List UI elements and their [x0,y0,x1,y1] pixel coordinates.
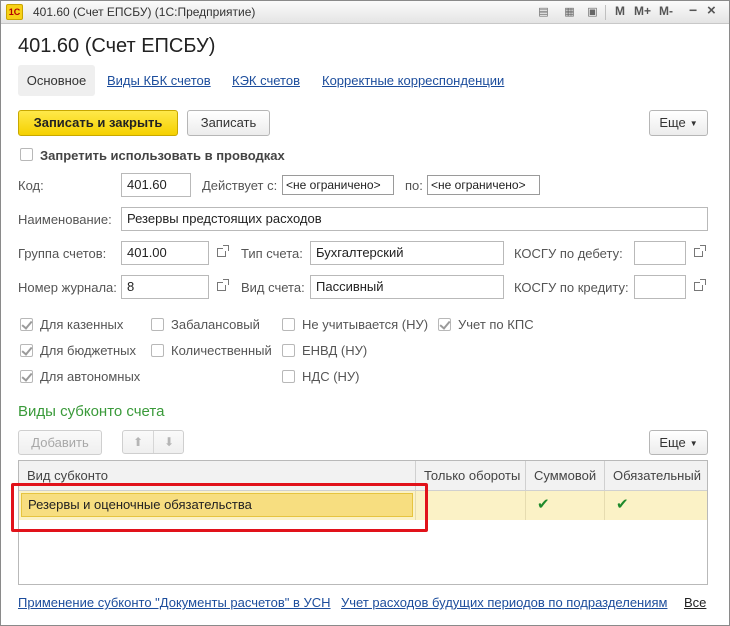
memory-plus-button[interactable]: M+ [634,4,651,18]
more-button[interactable]: Еще ▼ [649,110,708,136]
add-button[interactable]: Добавить [18,430,102,455]
ne-uchityvaetsya-label: Не учитывается (НУ) [302,317,429,332]
col-summ[interactable]: Суммовой [526,461,605,491]
kosgu-credit-open-icon[interactable] [688,275,708,299]
subkonto-section-title: Виды субконто счета [18,403,165,420]
tab-main[interactable]: Основное [18,65,95,96]
all-link[interactable]: Все [684,595,706,610]
kps-checkbox[interactable] [438,318,451,331]
tab-kek[interactable]: КЭК счетов [232,73,300,88]
future-expenses-link[interactable]: Учет расходов будущих периодов по подраз… [341,595,667,610]
cell-required[interactable]: ✔ [605,491,707,520]
minimize-button[interactable]: − [689,2,697,18]
kolichestvennyj-label: Количественный [171,343,272,358]
window-title: 401.60 (Счет ЕПСБУ) (1С:Предприятие) [33,5,256,19]
group-open-icon[interactable] [211,241,231,265]
title-bar: 1С 401.60 (Счет ЕПСБУ) (1С:Предприятие) … [1,1,729,24]
app-window: 1С 401.60 (Счет ЕПСБУ) (1С:Предприятие) … [0,0,730,626]
check-icon: ✔ [537,496,550,513]
col-required[interactable]: Обязательный [605,461,707,491]
calculator-icon[interactable]: ▦ [562,5,577,19]
calendar-icon[interactable]: ▣ [585,5,600,19]
print-icon[interactable]: ▤ [536,5,551,19]
arrow-down-icon[interactable]: ⬇ [154,431,184,453]
avtonomnyh-label: Для автономных [40,369,141,384]
journal-field[interactable]: 8 [121,275,209,299]
forbid-label: Запретить использовать в проводках [40,148,285,163]
valid-to-field[interactable]: <не ограничено> [427,175,540,195]
toolbar-separator [605,5,606,20]
cell-turnover-only[interactable] [416,491,526,520]
nds-label: НДС (НУ) [302,369,360,384]
journal-label: Номер журнала: [18,280,117,295]
kosgu-debit-field[interactable] [634,241,686,265]
group-label: Группа счетов: [18,246,107,261]
apply-subkonto-link[interactable]: Применение субконто "Документы расчетов"… [18,595,331,610]
byudzhetnyh-checkbox[interactable] [20,344,33,357]
avtonomnyh-checkbox[interactable] [20,370,33,383]
more-button-label: Еще [659,115,686,130]
save-button[interactable]: Записать [187,110,270,136]
envd-label: ЕНВД (НУ) [302,343,368,358]
kolichestvennyj-checkbox[interactable] [151,344,164,357]
kind-field[interactable]: Пассивный [310,275,504,299]
check-icon: ✔ [616,496,629,513]
col-turnover-only[interactable]: Только обороты [416,461,526,491]
kazennyh-checkbox[interactable] [20,318,33,331]
code-label: Код: [18,178,44,193]
tab-correspondences[interactable]: Корректные корреспонденции [322,73,504,88]
valid-to-label: по: [405,178,423,193]
valid-from-field[interactable]: <не ограничено> [282,175,394,195]
type-label: Тип счета: [241,246,303,261]
kps-label: Учет по КПС [458,317,534,332]
byudzhetnyh-label: Для бюджетных [40,343,137,358]
code-field[interactable]: 401.60 [121,173,191,197]
type-field[interactable]: Бухгалтерский [310,241,504,265]
app-logo-icon: 1С [6,4,23,20]
name-label: Наименование: [18,212,112,227]
nds-checkbox[interactable] [282,370,295,383]
kosgu-debit-label: КОСГУ по дебету: [514,246,623,261]
close-button[interactable]: × [707,2,716,19]
memory-minus-button[interactable]: M- [659,4,673,18]
move-buttons: ⬆ ⬇ [122,430,184,454]
kazennyh-label: Для казенных [40,317,124,332]
name-field[interactable]: Резервы предстоящих расходов [121,207,708,231]
chevron-down-icon: ▼ [689,119,698,128]
chevron-down-icon: ▼ [689,439,698,448]
valid-from-label: Действует с: [202,178,278,193]
arrow-up-icon[interactable]: ⬆ [123,431,153,453]
kosgu-credit-label: КОСГУ по кредиту: [514,280,629,295]
kosgu-debit-open-icon[interactable] [688,241,708,265]
memory-button[interactable]: M [615,4,625,18]
subkonto-more-label: Еще [659,435,686,450]
journal-open-icon[interactable] [211,275,231,299]
zabalansovyj-checkbox[interactable] [151,318,164,331]
forbid-checkbox[interactable] [20,148,33,161]
envd-checkbox[interactable] [282,344,295,357]
highlight-frame [11,483,428,532]
ne-uchityvaetsya-checkbox[interactable] [282,318,295,331]
tab-kbk-kinds[interactable]: Виды КБК счетов [107,73,211,88]
group-field[interactable]: 401.00 [121,241,209,265]
save-and-close-button[interactable]: Записать и закрыть [18,110,178,136]
kosgu-credit-field[interactable] [634,275,686,299]
page-title: 401.60 (Счет ЕПСБУ) [18,35,216,57]
kind-label: Вид счета: [241,280,305,295]
zabalansovyj-label: Забалансовый [171,317,260,332]
subkonto-more-button[interactable]: Еще ▼ [649,430,708,455]
cell-summ[interactable]: ✔ [526,491,605,520]
